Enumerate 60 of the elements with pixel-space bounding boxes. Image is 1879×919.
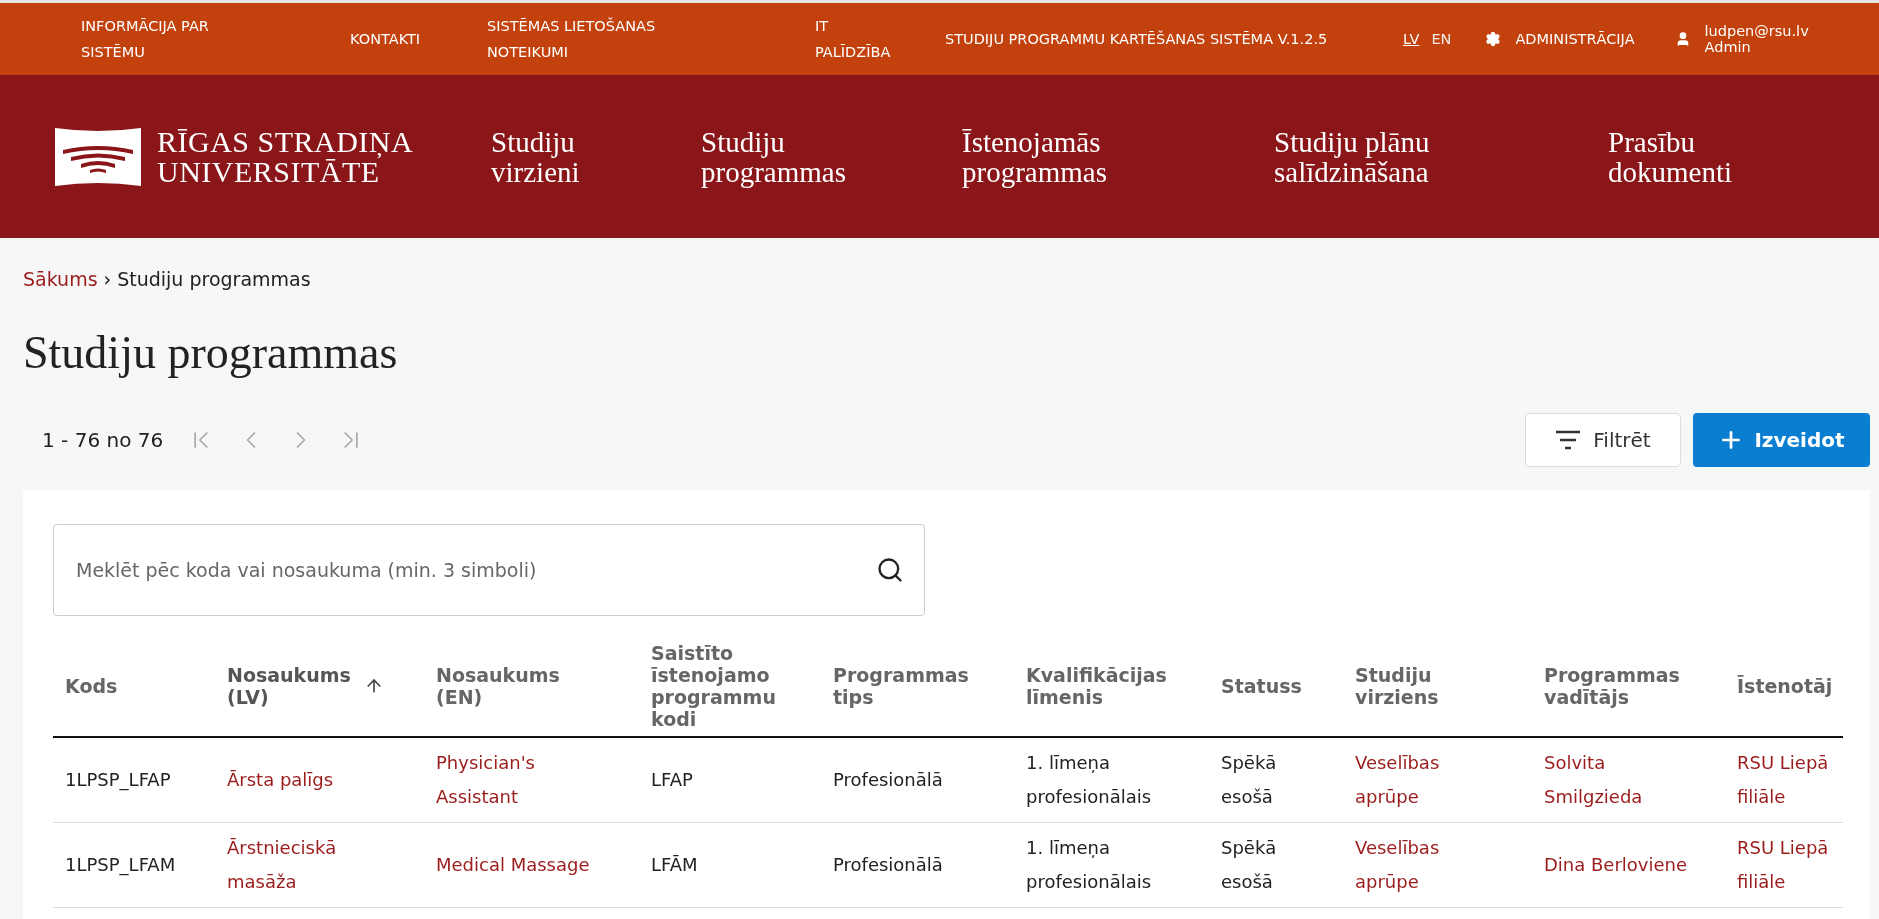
table-cell-text: LFĀM	[651, 853, 699, 877]
nav-link[interactable]: Studiju plānu salīdzināšana	[1274, 126, 1608, 187]
table-cell-text: Spēkā esošā	[1221, 836, 1278, 894]
column-header[interactable]: Programmas vadītājs	[1544, 664, 1685, 708]
logo-icon	[53, 125, 143, 188]
top-link[interactable]: IT PALĪDZĪBA	[815, 13, 945, 65]
breadcrumb-current: Studiju programmas	[117, 268, 311, 290]
column-header[interactable]: Nosaukums (LV)	[227, 664, 384, 708]
column-header[interactable]: Kods	[65, 675, 175, 697]
column-header[interactable]: Studiju virziens	[1355, 664, 1492, 708]
breadcrumb-separator: ›	[103, 268, 112, 290]
filter-button[interactable]: Filtrēt	[1525, 413, 1681, 467]
table-link[interactable]: Ārsta palīgs	[227, 763, 400, 797]
top-link[interactable]: KONTAKTI	[350, 26, 487, 52]
table-cell-text: LFAP	[651, 768, 694, 792]
table-cell-text: Profesionālā	[833, 768, 944, 792]
search-input[interactable]: Meklēt pēc koda vai nosaukuma (min. 3 simboli)	[74, 558, 876, 582]
table-cell-text: 1LPSP_LFAP	[65, 768, 172, 793]
language-link[interactable]: LV	[1403, 31, 1420, 47]
table-cell-text: 1LPSP_LFAM	[65, 853, 177, 878]
table-cell-text: 1. līmeņa profesionālais	[1026, 751, 1153, 809]
user-email: ludpen@rsu.lv	[1704, 23, 1809, 39]
table-link[interactable]: Medical Massage	[436, 848, 615, 882]
filter-icon	[1555, 430, 1582, 450]
search-field[interactable]: Meklēt pēc koda vai nosaukuma (min. 3 simboli)	[53, 524, 925, 616]
table-link[interactable]: Physician's Assistant	[436, 746, 615, 814]
settings-icon	[1485, 31, 1502, 47]
user-role: Admin	[1704, 39, 1752, 55]
table-link[interactable]: Veselības aprūpe	[1355, 831, 1508, 899]
table-link[interactable]: RSU Liepā filiāle	[1737, 746, 1843, 814]
page-title: Studiju programmas	[23, 326, 399, 379]
table-link[interactable]: Solvita Smilgzieda	[1544, 746, 1701, 814]
top-link[interactable]: INFORMĀCIJA PAR SISTĒMU	[81, 13, 350, 65]
nav-link[interactable]: Īstenojamās programmas	[962, 126, 1274, 187]
table-link[interactable]: Ārstnieciskā masāža	[227, 831, 400, 899]
logo-text: RĪGAS STRADIŅA	[157, 126, 414, 157]
column-header[interactable]: Saistīto īstenojamo programmu kodi	[651, 642, 781, 730]
admin-link[interactable]: ADMINISTRĀCIJA	[1485, 31, 1635, 47]
search-icon	[876, 556, 904, 584]
table-cell-text: 1. līmeņa profesionālais	[1026, 836, 1153, 894]
column-header[interactable]: Programmas tips	[833, 664, 974, 708]
nav-link[interactable]: Prasību dokumenti	[1608, 126, 1808, 187]
breadcrumb-link[interactable]: Sākums	[23, 268, 98, 290]
table-link[interactable]: RSU Liepā filiāle	[1737, 831, 1843, 899]
table-cell-text: Profesionālā	[833, 853, 944, 877]
system-version: STUDIJU PROGRAMMU KARTĒŠANAS SISTĒMA V.1.2.5	[945, 29, 1329, 49]
nav-link[interactable]: Studiju virzieni	[491, 126, 701, 187]
pagination-range: 1 - 76 no 76	[42, 428, 164, 452]
column-header[interactable]: Statuss	[1221, 675, 1303, 697]
column-header[interactable]: Nosaukums (EN)	[436, 664, 599, 708]
top-link[interactable]: SISTĒMAS LIETOŠANAS NOTEIKUMI	[487, 13, 815, 65]
language-link[interactable]: EN	[1431, 31, 1452, 47]
nav-link[interactable]: Studiju programmas	[701, 126, 962, 187]
table-cell-text: Spēkā esošā	[1221, 751, 1278, 809]
admin-label: ADMINISTRĀCIJA	[1515, 31, 1635, 47]
column-header[interactable]: Īstenotāj	[1737, 675, 1843, 697]
table-link[interactable]: Dina Berloviene	[1544, 848, 1701, 882]
create-button[interactable]: Izveidot	[1693, 413, 1870, 467]
table-link[interactable]: Veselības aprūpe	[1355, 746, 1508, 814]
column-header[interactable]: Kvalifikācijas līmenis	[1026, 664, 1169, 708]
